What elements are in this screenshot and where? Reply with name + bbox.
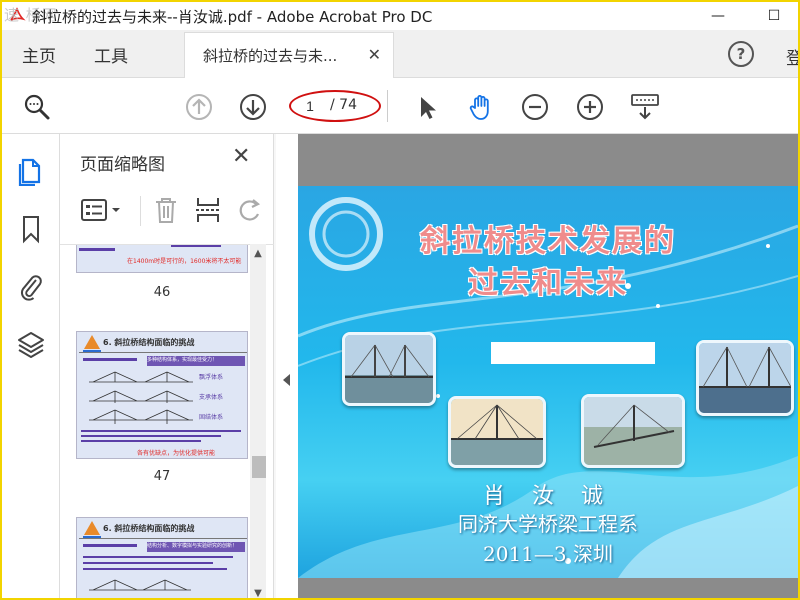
thumb-text-line (83, 544, 137, 547)
thumb-text-line (83, 568, 227, 570)
attachment-icon[interactable] (17, 272, 45, 302)
thumbnail-number: 47 (153, 469, 171, 484)
bridge-photo-3 (581, 394, 685, 468)
thumb-label: 支承体系 (199, 394, 224, 401)
scroll-down-icon[interactable]: ▼ (251, 588, 265, 598)
hand-tool-icon[interactable] (466, 92, 496, 122)
thumb-text-line (83, 562, 213, 564)
thumb-bridge-diagram (89, 371, 193, 424)
slide-title-line-2: 过去和未来 (468, 266, 628, 301)
close-tab-icon[interactable]: ✕ (368, 45, 381, 64)
thumb-heading: 6. 斜拉桥结构面临的挑战 (103, 524, 195, 533)
thumb-text-line (83, 556, 233, 558)
slide-date: 2011—3 深圳 (483, 542, 613, 566)
panel-collapse-handle[interactable] (276, 134, 298, 598)
rotate-page-icon[interactable] (236, 196, 264, 224)
acrobat-window: 速 桥网 斜拉桥的过去与未来--肖汝诚.pdf - Adobe Acrobat … (0, 0, 800, 600)
toolbar-divider (387, 90, 388, 122)
help-icon[interactable]: ? (728, 41, 754, 67)
bridge-photo-2 (448, 396, 546, 468)
toolbar: / 74 (2, 78, 798, 134)
thumb-label: 固结体系 (199, 414, 224, 421)
panel-tool-divider (140, 196, 141, 226)
window-title: 斜拉桥的过去与未来--肖汝诚.pdf - Adobe Acrobat Pro D… (32, 8, 433, 26)
zoom-out-icon[interactable] (520, 92, 550, 122)
slide-author: 肖 汝 诚 (483, 484, 613, 509)
previous-page-icon[interactable] (184, 92, 214, 122)
document-tab[interactable]: 斜拉桥的过去与未... ✕ (184, 32, 394, 78)
thumb-text-line (81, 440, 201, 442)
thumbnail-options-icon[interactable] (80, 196, 124, 224)
page-gap (298, 578, 798, 598)
thumb-footer: 各有优缺点，为优化提供可能 (137, 450, 216, 457)
close-panel-icon[interactable]: ✕ (232, 144, 250, 169)
sign-in-label[interactable]: 登 (786, 44, 798, 69)
page-thumbnails-icon[interactable] (17, 156, 45, 186)
thumb-text-line (83, 358, 137, 361)
navigation-rail (2, 134, 60, 598)
thumbnail-page-46[interactable]: 在1400m时是可行的，1600米将不太可能 (76, 245, 248, 273)
layers-icon[interactable] (17, 330, 45, 360)
bridge-photo-4 (696, 340, 794, 416)
thumb-text-line (79, 248, 115, 251)
thumb-rule (79, 352, 247, 353)
minimize-button[interactable]: — (698, 2, 738, 30)
select-cursor-icon[interactable] (412, 92, 442, 122)
maximize-button[interactable]: ☐ (754, 2, 794, 30)
slide-title-line-1: 斜拉桥技术发展的 (420, 224, 676, 259)
tools-tab[interactable]: 工具 (94, 42, 128, 67)
thumb-text-line (81, 435, 221, 437)
scrollbar-thumb[interactable] (252, 456, 266, 478)
next-page-icon[interactable] (238, 92, 268, 122)
thumb-label: 飘浮体系 (199, 374, 224, 381)
thumb-rule (79, 538, 247, 539)
sail-logo-icon (83, 521, 101, 538)
thumb-bridge-diagram (89, 579, 191, 591)
scroll-up-icon[interactable]: ▲ (251, 248, 265, 262)
pdf-page-1: 斜拉桥技术发展的 过去和未来 肖 汝 诚 同济大学桥梁工程系 2011—3 深圳 (298, 186, 798, 578)
thumbnail-page-47[interactable]: 6. 斜拉桥结构面临的挑战 多种结构体系，实现最佳受力！ 飘浮体系 支承体系 固… (76, 331, 248, 459)
title-bar: 速 桥网 斜拉桥的过去与未来--肖汝诚.pdf - Adobe Acrobat … (2, 2, 798, 30)
thumbnails-list: 在1400m时是可行的，1600米将不太可能 46 6. 斜拉桥结构面临的挑战 … (60, 244, 274, 598)
thumb-text-line (171, 245, 221, 247)
collapse-panel-icon[interactable] (283, 374, 290, 386)
thumbnails-scrollbar[interactable] (250, 244, 266, 598)
page-thumbnails-panel: 页面缩略图 ✕ 在1400m时是可行的，1600米将不太可能 46 6. 斜拉桥… (60, 134, 274, 598)
delete-page-icon[interactable] (152, 196, 180, 224)
thumb-caption: 在1400m时是可行的，1600米将不太可能 (127, 258, 242, 265)
redaction-box (491, 342, 655, 364)
document-tab-label: 斜拉桥的过去与未... (203, 47, 338, 65)
bookmark-icon[interactable] (17, 214, 45, 244)
thumb-text-line (81, 430, 241, 432)
bridge-photo-1 (342, 332, 436, 406)
document-view[interactable]: 斜拉桥技术发展的 过去和未来 肖 汝 诚 同济大学桥梁工程系 2011—3 深圳 (298, 134, 798, 598)
thumb-subhead: 多种结构体系，实现最佳受力！ (147, 356, 245, 366)
sail-logo-icon (83, 335, 101, 352)
menu-bar: 主页 工具 (2, 30, 798, 78)
keyboard-tools-icon[interactable] (630, 92, 660, 122)
highlight-oval-annotation (289, 90, 381, 122)
thumbnail-page-48[interactable]: 6. 斜拉桥结构面临的挑战 结构分析、数字模拟与实验研究的创新！ (76, 517, 248, 598)
thumbnail-number: 46 (153, 285, 171, 300)
search-icon[interactable] (22, 92, 52, 122)
thumb-heading: 6. 斜拉桥结构面临的挑战 (103, 338, 195, 347)
home-tab[interactable]: 主页 (22, 42, 56, 67)
thumb-subhead: 结构分析、数字模拟与实验研究的创新！ (147, 542, 245, 552)
zoom-in-icon[interactable] (575, 92, 605, 122)
slide-affiliation: 同济大学桥梁工程系 (458, 512, 638, 536)
panel-title: 页面缩略图 (80, 155, 165, 175)
split-page-icon[interactable] (194, 196, 222, 224)
